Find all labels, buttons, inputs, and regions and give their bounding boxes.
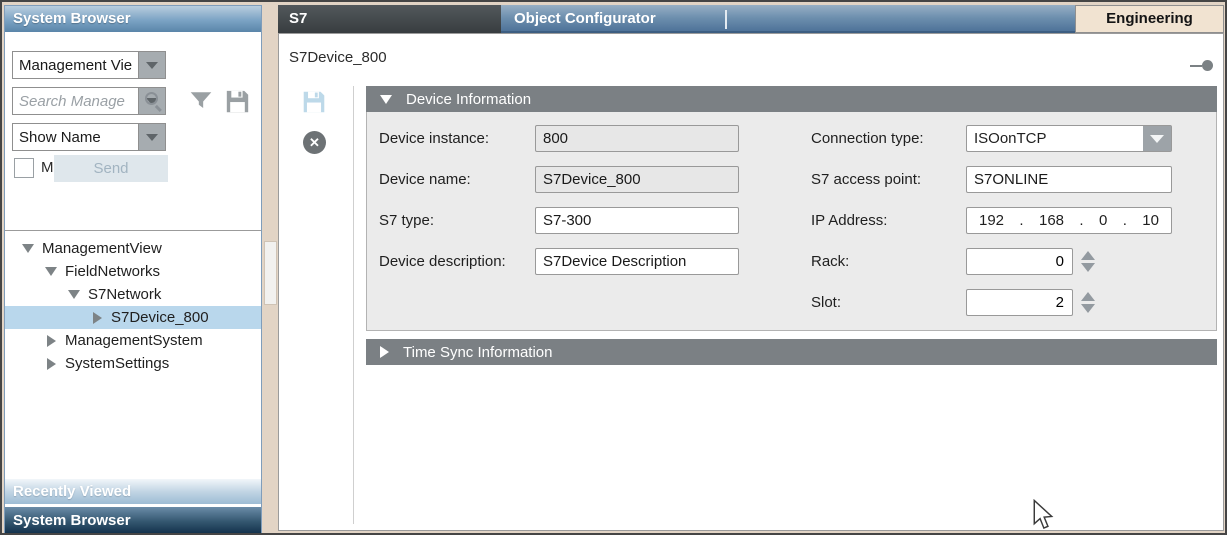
tree-item-systemsettings[interactable]: SystemSettings — [5, 352, 261, 375]
s7-type-field[interactable] — [535, 207, 739, 234]
display-mode-dropdown[interactable] — [12, 123, 166, 151]
slot-label: Slot: — [811, 289, 841, 316]
spinner-down-icon[interactable] — [1081, 304, 1095, 313]
application-window: System Browser — [0, 0, 1227, 535]
cancel-icon[interactable]: ✕ — [303, 131, 326, 154]
tree-item-label: S7Network — [81, 286, 161, 303]
pin-icon[interactable] — [1190, 60, 1213, 71]
system-browser-panel-title: System Browser — [5, 6, 261, 32]
ip-address-field[interactable]: 192 . 168 . 0 . 10 — [966, 207, 1172, 234]
slot-stepper — [1080, 289, 1096, 316]
browser-controls: M Send — [5, 32, 261, 230]
rack-stepper — [1080, 248, 1096, 275]
tab-engineering[interactable]: Engineering — [1075, 5, 1224, 33]
connection-type-label: Connection type: — [811, 125, 924, 152]
section-title: Time Sync Information — [403, 344, 553, 361]
recently-viewed-bar[interactable]: Recently Viewed — [5, 479, 261, 504]
device-name-label: Device name: — [379, 166, 471, 193]
tree-item-fieldnetworks[interactable]: FieldNetworks — [5, 260, 261, 283]
device-instance-field[interactable] — [535, 125, 739, 152]
tab-s7[interactable]: S7 — [278, 5, 501, 33]
s7-type-label: S7 type: — [379, 207, 434, 234]
tree-item-s7network[interactable]: S7Network — [5, 283, 261, 306]
spinner-down-icon[interactable] — [1081, 263, 1095, 272]
s7-access-point-label: S7 access point: — [811, 166, 921, 193]
tree-item-s7device-800[interactable]: S7Device_800 — [5, 306, 261, 329]
tree-item-managementsystem[interactable]: ManagementSystem — [5, 329, 261, 352]
device-information-section: Device Information Device instance: Devi… — [366, 86, 1217, 331]
section-expand-icon — [380, 346, 389, 358]
time-sync-section: Time Sync Information — [366, 339, 1217, 365]
display-mode-value[interactable] — [13, 124, 138, 150]
connection-type-dropdown-button[interactable] — [1143, 126, 1171, 151]
tree-item-label: S7Device_800 — [104, 309, 209, 326]
panel-splitter-handle[interactable] — [264, 241, 277, 305]
filter-icon[interactable] — [188, 89, 214, 115]
chevron-down-icon — [146, 134, 158, 141]
device-description-field[interactable] — [535, 248, 739, 275]
chevron-down-icon — [1150, 135, 1164, 143]
ip-octet-3[interactable]: 0 — [1099, 208, 1107, 233]
expand-arrow-icon[interactable] — [44, 335, 58, 347]
device-instance-label: Device instance: — [379, 125, 489, 152]
tree-item-label: ManagementView — [35, 240, 162, 257]
view-dropdown-button[interactable] — [138, 52, 165, 78]
expand-arrow-icon[interactable] — [44, 358, 58, 370]
connection-type-value: ISOonTCP — [967, 126, 1143, 151]
expand-arrow-icon[interactable] — [90, 312, 104, 324]
device-information-header[interactable]: Device Information — [366, 86, 1217, 112]
section-collapse-icon — [380, 95, 392, 104]
object-configurator-view: S7Device_800 ✕ Device Information Device… — [278, 33, 1224, 531]
view-select-value[interactable] — [13, 52, 138, 78]
option-checkbox-label: M — [41, 155, 54, 181]
collapse-arrow-icon[interactable] — [44, 267, 58, 276]
tab-bar: S7 Object Configurator Engineering — [278, 5, 1224, 33]
s7-access-point-field[interactable] — [966, 166, 1172, 193]
connection-type-dropdown[interactable]: ISOonTCP — [966, 125, 1172, 152]
save-icon[interactable] — [301, 89, 327, 115]
device-name-field[interactable] — [535, 166, 739, 193]
rack-label: Rack: — [811, 248, 849, 275]
device-information-body: Device instance: Device name: S7 type: D… — [366, 112, 1217, 331]
display-dropdown-button[interactable] — [138, 124, 165, 150]
time-sync-header[interactable]: Time Sync Information — [366, 339, 1217, 365]
spinner-up-icon[interactable] — [1081, 292, 1095, 301]
tab-object-configurator[interactable]: Object Configurator — [501, 5, 1075, 33]
ip-address-label: IP Address: — [811, 207, 887, 234]
device-description-label: Device description: — [379, 248, 506, 275]
tree-item-label: SystemSettings — [58, 355, 169, 372]
ip-dot: . — [1019, 208, 1023, 233]
slot-field[interactable] — [966, 289, 1073, 316]
save-filter-icon[interactable] — [224, 88, 251, 115]
system-browser-bar[interactable]: System Browser — [5, 507, 261, 534]
ip-octet-2[interactable]: 168 — [1039, 208, 1064, 233]
tab-separator — [725, 10, 727, 29]
ip-dot: . — [1123, 208, 1127, 233]
view-select-dropdown[interactable] — [12, 51, 166, 79]
ip-dot: . — [1079, 208, 1083, 233]
section-title: Device Information — [406, 91, 531, 108]
ip-octet-4[interactable]: 10 — [1142, 208, 1159, 233]
spinner-up-icon[interactable] — [1081, 251, 1095, 260]
collapse-arrow-icon[interactable] — [21, 244, 35, 253]
tree-item-managementview[interactable]: ManagementView — [5, 237, 261, 260]
ip-octet-1[interactable]: 192 — [979, 208, 1004, 233]
toolbar-divider — [353, 86, 354, 524]
search-combo[interactable] — [12, 87, 166, 115]
mouse-cursor — [1032, 499, 1054, 531]
rack-field[interactable] — [966, 248, 1073, 275]
selected-object-title: S7Device_800 — [289, 49, 387, 66]
collapse-arrow-icon[interactable] — [67, 290, 81, 299]
object-tree: ManagementView FieldNetworks S7Network S… — [5, 230, 261, 476]
chevron-down-icon — [146, 62, 158, 69]
search-input[interactable] — [13, 88, 138, 114]
tree-item-label: FieldNetworks — [58, 263, 160, 280]
system-browser-panel: System Browser — [4, 5, 262, 535]
tree-item-label: ManagementSystem — [58, 332, 203, 349]
search-icon[interactable] — [145, 92, 162, 109]
option-checkbox[interactable] — [14, 158, 34, 178]
send-button[interactable]: Send — [54, 155, 168, 182]
tab-object-configurator-label: Object Configurator — [514, 10, 656, 27]
